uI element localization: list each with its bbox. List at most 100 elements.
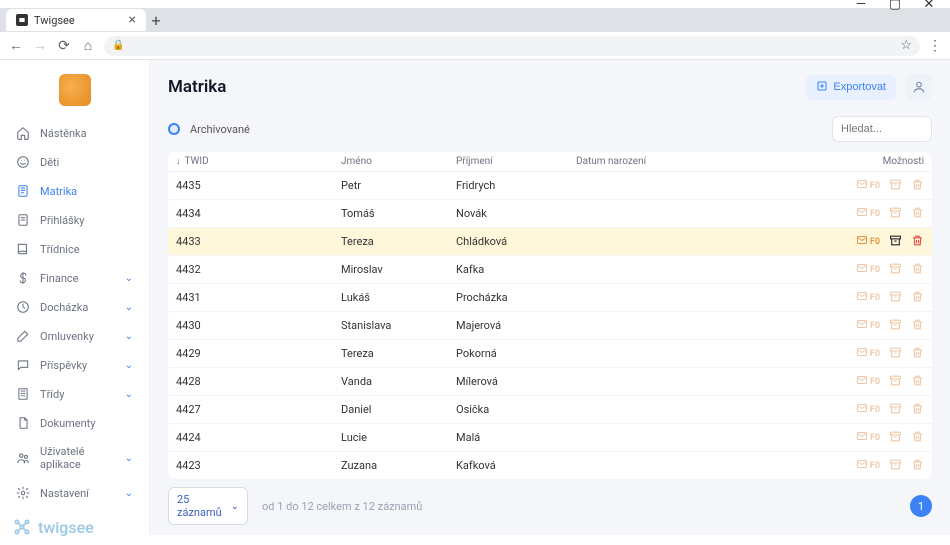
- archive-action[interactable]: [888, 179, 902, 193]
- user-menu-button[interactable]: [906, 74, 932, 100]
- table-row[interactable]: 4433TerezaChládkováF0: [168, 228, 932, 256]
- mail-action[interactable]: F0: [856, 402, 880, 417]
- mail-icon: [856, 178, 868, 193]
- col-dob[interactable]: Datum narození: [576, 156, 804, 167]
- archive-action[interactable]: [888, 235, 902, 249]
- col-twid[interactable]: ↓ TWID: [176, 156, 341, 167]
- archive-action[interactable]: [888, 291, 902, 305]
- archive-action[interactable]: [888, 375, 902, 389]
- mail-icon: [856, 262, 868, 277]
- new-tab-button[interactable]: +: [146, 11, 166, 30]
- sidebar-item-finance[interactable]: Finance⌄: [10, 265, 139, 291]
- tab-close-icon[interactable]: ×: [129, 13, 136, 27]
- delete-action[interactable]: [910, 291, 924, 305]
- home-icon[interactable]: ⌂: [80, 37, 96, 54]
- chevron-down-icon: ⌄: [231, 501, 239, 512]
- cell-twid: 4433: [176, 235, 341, 248]
- cell-surname: Pokorná: [456, 347, 576, 360]
- archived-toggle[interactable]: [168, 123, 180, 135]
- archive-action[interactable]: [888, 347, 902, 361]
- delete-action[interactable]: [910, 347, 924, 361]
- tab-favicon-icon: [16, 14, 28, 26]
- mail-action[interactable]: F0: [856, 458, 880, 473]
- mail-action[interactable]: F0: [856, 346, 880, 361]
- sidebar-item-přihlášky[interactable]: Přihlášky: [10, 207, 139, 233]
- records-per-page-select[interactable]: 25 záznamů ⌄: [168, 487, 248, 525]
- sidebar-item-třídnice[interactable]: Třídnice: [10, 236, 139, 262]
- table-row[interactable]: 4429TerezaPokornáF0: [168, 340, 932, 368]
- cell-twid: 4429: [176, 347, 341, 360]
- sidebar-item-dokumenty[interactable]: Dokumenty: [10, 410, 139, 436]
- table-row[interactable]: 4435PetrFridrychF0: [168, 172, 932, 200]
- mail-action[interactable]: F0: [856, 430, 880, 445]
- delete-action[interactable]: [910, 431, 924, 445]
- table-row[interactable]: 4430StanislavaMajerováF0: [168, 312, 932, 340]
- chevron-down-icon: ⌄: [125, 302, 133, 313]
- delete-action[interactable]: [910, 235, 924, 249]
- forward-icon[interactable]: →: [32, 37, 48, 54]
- mail-action[interactable]: F0: [856, 234, 880, 249]
- sidebar-item-třídy[interactable]: Třídy⌄: [10, 381, 139, 407]
- mail-action[interactable]: F0: [856, 318, 880, 333]
- delete-action[interactable]: [910, 207, 924, 221]
- mail-action[interactable]: F0: [856, 290, 880, 305]
- col-surname[interactable]: Příjmení: [456, 156, 576, 167]
- archive-icon: [889, 206, 902, 222]
- archive-action[interactable]: [888, 263, 902, 277]
- sidebar-item-label: Třídy: [40, 388, 64, 401]
- sidebar-item-matrika[interactable]: Matrika: [10, 178, 139, 204]
- sidebar-item-docházka[interactable]: Docházka⌄: [10, 294, 139, 320]
- delete-action[interactable]: [910, 319, 924, 333]
- sidebar-item-nastavení[interactable]: Nastavení⌄: [10, 480, 139, 506]
- delete-action[interactable]: [910, 375, 924, 389]
- archive-action[interactable]: [888, 319, 902, 333]
- mail-action[interactable]: F0: [856, 206, 880, 221]
- browser-menu-icon[interactable]: ⋮: [928, 38, 942, 54]
- table-row[interactable]: 4432MiroslavKafkaF0: [168, 256, 932, 284]
- col-name[interactable]: Jméno: [341, 156, 456, 167]
- document-icon: [16, 416, 30, 430]
- reload-icon[interactable]: ⟳: [56, 38, 72, 54]
- mail-action[interactable]: F0: [856, 374, 880, 389]
- search-input[interactable]: [832, 116, 932, 142]
- table-row[interactable]: 4423ZuzanaKafkováF0: [168, 452, 932, 479]
- table-row[interactable]: 4434TomášNovákF0: [168, 200, 932, 228]
- address-bar[interactable]: 🔒 ☆: [104, 36, 920, 56]
- window-titlebar: — ▢ ✕: [0, 0, 950, 8]
- chevron-down-icon: ⌄: [125, 331, 133, 342]
- sidebar-item-uživatelé-aplikace[interactable]: Uživatelé aplikace⌄: [10, 439, 139, 477]
- sidebar-item-příspěvky[interactable]: Příspěvky⌄: [10, 352, 139, 378]
- archive-action[interactable]: [888, 403, 902, 417]
- sidebar-item-nástěnka[interactable]: Nástěnka: [10, 120, 139, 146]
- page-current[interactable]: 1: [910, 495, 932, 517]
- delete-action[interactable]: [910, 179, 924, 193]
- window-close[interactable]: ✕: [912, 0, 946, 12]
- table-row[interactable]: 4424LucieMaláF0: [168, 424, 932, 452]
- table-row[interactable]: 4431LukášProcházkaF0: [168, 284, 932, 312]
- archive-action[interactable]: [888, 459, 902, 473]
- sidebar-item-label: Dokumenty: [40, 417, 96, 430]
- table-row[interactable]: 4427DanielOsičkaF0: [168, 396, 932, 424]
- archive-action[interactable]: [888, 207, 902, 221]
- window-maximize[interactable]: ▢: [878, 0, 912, 12]
- mail-action[interactable]: F0: [856, 178, 880, 193]
- cell-name: Miroslav: [341, 263, 456, 276]
- archive-action[interactable]: [888, 431, 902, 445]
- export-button[interactable]: Exportovat: [806, 75, 896, 100]
- cell-surname: Kafka: [456, 263, 576, 276]
- browser-tab-active[interactable]: Twigsee ×: [6, 9, 146, 31]
- delete-action[interactable]: [910, 403, 924, 417]
- delete-action[interactable]: [910, 263, 924, 277]
- cell-name: Tereza: [341, 235, 456, 248]
- sidebar-item-omluvenky[interactable]: Omluvenky⌄: [10, 323, 139, 349]
- records-info: od 1 do 12 celkem z 12 záznamů: [262, 500, 422, 513]
- bookmark-star-icon[interactable]: ☆: [900, 38, 912, 53]
- mail-action[interactable]: F0: [856, 262, 880, 277]
- table-row[interactable]: 4428VandaMílerováF0: [168, 368, 932, 396]
- window-minimize[interactable]: —: [844, 0, 878, 12]
- tab-title: Twigsee: [34, 14, 75, 27]
- delete-action[interactable]: [910, 459, 924, 473]
- back-icon[interactable]: ←: [8, 37, 24, 54]
- sidebar-item-děti[interactable]: Děti: [10, 149, 139, 175]
- trash-icon: [911, 430, 924, 446]
